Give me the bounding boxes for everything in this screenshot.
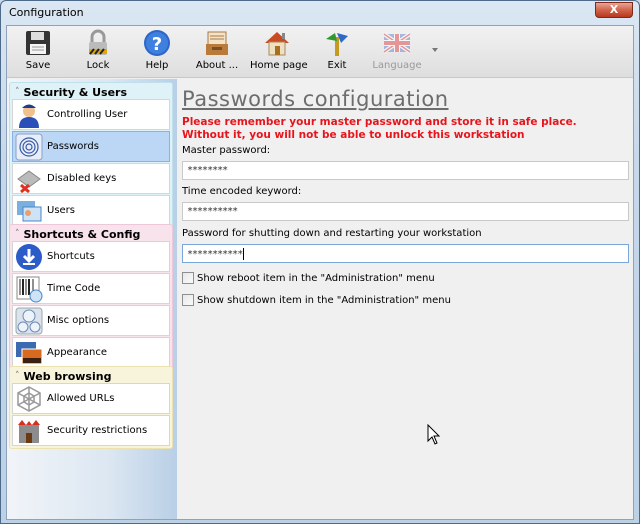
house-icon	[265, 32, 289, 56]
group-header[interactable]: ˄ Security & Users	[11, 85, 171, 99]
user-cards-icon	[17, 200, 42, 221]
item-label: Appearance	[47, 347, 108, 358]
barcode-clock-icon	[16, 276, 43, 302]
sidebar-item-users[interactable]: Users	[12, 195, 170, 226]
language-dropdown-arrow-icon[interactable]	[432, 48, 438, 52]
client-area: Save Lock ? Help About ... Home page Exi…	[6, 25, 634, 520]
checkbox-box[interactable]	[182, 272, 194, 284]
svg-text:?: ?	[152, 34, 162, 55]
show-reboot-checkbox[interactable]: Show reboot item in the "Administration"…	[182, 272, 435, 284]
help-icon: ?	[144, 30, 170, 56]
page-title: Passwords configuration	[182, 87, 449, 111]
language-button[interactable]: Language	[370, 29, 424, 75]
text-caret	[243, 248, 245, 260]
about-label: About ...	[195, 60, 239, 71]
group-web-browsing: ˄ Web browsing Allowed URLs Security rest…	[9, 366, 173, 449]
sidebar-item-security-restrictions[interactable]: Security restrictions	[12, 415, 170, 446]
checkbox-box[interactable]	[182, 294, 194, 306]
save-button[interactable]: Save	[11, 29, 65, 75]
collapse-chevron-icon[interactable]: ˄	[15, 229, 20, 239]
mouse-pointer-icon	[427, 424, 441, 445]
shortcut-arrow-icon	[16, 243, 42, 270]
sidebar-item-misc-options[interactable]: Misc options	[12, 305, 170, 336]
item-label: Security restrictions	[47, 425, 148, 436]
sidebar-item-shortcuts[interactable]: Shortcuts	[12, 241, 170, 272]
master-password-field[interactable]: ********	[182, 161, 629, 180]
spiderweb-icon	[17, 385, 41, 412]
sidebar-item-disabled-keys[interactable]: Disabled keys	[12, 163, 170, 194]
toolbar: Save Lock ? Help About ... Home page Exi…	[7, 26, 633, 78]
item-label: Allowed URLs	[47, 393, 115, 404]
about-button[interactable]: About ...	[190, 29, 244, 75]
collapse-chevron-icon[interactable]: ˄	[15, 371, 20, 381]
sidebar: ˄ Security & Users Controlling User Passw…	[7, 79, 177, 519]
time-encoded-keyword-label: Time encoded keyword:	[182, 186, 302, 197]
shutdown-password-field[interactable]: ***********	[182, 244, 629, 263]
time-encoded-keyword-field[interactable]: **********	[182, 202, 629, 221]
group-header[interactable]: ˄ Shortcuts & Config	[11, 227, 171, 241]
item-label: Misc options	[47, 315, 110, 326]
field-value: ********	[187, 165, 228, 176]
collapse-chevron-icon[interactable]: ˄	[15, 87, 20, 97]
uk-flag-icon	[383, 32, 411, 54]
signpost-icon	[326, 33, 348, 56]
lock-label: Lock	[86, 60, 110, 71]
configuration-window: Configuration X Save Lock ? Help About .…	[0, 0, 640, 524]
item-label: Users	[47, 205, 76, 216]
close-button[interactable]: X	[595, 2, 633, 18]
passwords-panel: Passwords configuration Please remember …	[178, 79, 633, 519]
home-page-button[interactable]: Home page	[250, 29, 308, 75]
save-label: Save	[25, 60, 51, 71]
help-button[interactable]: ? Help	[130, 29, 184, 75]
warning-text: Please remember your master password and…	[182, 116, 577, 141]
home-page-label: Home page	[250, 60, 308, 71]
group-shortcuts-config: ˄ Shortcuts & Config Shortcuts Time Code …	[9, 224, 173, 371]
master-password-label: Master password:	[182, 145, 271, 156]
item-label: Shortcuts	[47, 251, 95, 262]
window-title: Configuration	[9, 6, 84, 19]
sidebar-item-time-code[interactable]: Time Code	[12, 273, 170, 304]
lock-button[interactable]: Lock	[71, 29, 125, 75]
group-security-users: ˄ Security & Users Controlling User Passw…	[9, 82, 173, 229]
exit-label: Exit	[327, 60, 347, 71]
pictures-icon	[16, 341, 43, 364]
policeman-icon	[19, 104, 39, 128]
disabled-key-icon	[17, 169, 41, 193]
group-title: Security & Users	[23, 85, 128, 99]
item-label: Controlling User	[47, 109, 128, 120]
sidebar-item-passwords[interactable]: Passwords	[12, 131, 170, 162]
field-value: ***********	[187, 249, 243, 260]
shutdown-password-label: Password for shutting down and restartin…	[182, 228, 482, 239]
fingerprint-icon	[15, 133, 43, 160]
sidebar-item-allowed-urls[interactable]: Allowed URLs	[12, 383, 170, 414]
field-value: **********	[187, 206, 238, 217]
group-title: Shortcuts & Config	[23, 227, 141, 241]
sidebar-item-appearance[interactable]: Appearance	[12, 337, 170, 368]
group-header[interactable]: ˄ Web browsing	[11, 369, 171, 383]
gauges-icon	[15, 307, 43, 334]
group-title: Web browsing	[23, 369, 112, 383]
item-label: Passwords	[47, 141, 99, 152]
language-label: Language	[372, 60, 422, 71]
castle-icon	[18, 419, 40, 443]
item-label: Time Code	[47, 283, 101, 294]
floppy-disk-icon	[26, 31, 50, 55]
item-label: Disabled keys	[47, 173, 117, 184]
sidebar-item-controlling-user[interactable]: Controlling User	[12, 99, 170, 130]
show-shutdown-checkbox[interactable]: Show shutdown item in the "Administratio…	[182, 294, 451, 306]
title-bar[interactable]: Configuration X	[1, 1, 639, 25]
inbox-tray-icon	[206, 31, 228, 55]
checkbox-label: Show shutdown item in the "Administratio…	[197, 294, 451, 306]
exit-button[interactable]: Exit	[310, 29, 364, 75]
checkbox-label: Show reboot item in the "Administration"…	[197, 272, 435, 284]
padlock-icon	[89, 29, 107, 55]
help-label: Help	[145, 60, 169, 71]
close-icon: X	[609, 3, 619, 16]
